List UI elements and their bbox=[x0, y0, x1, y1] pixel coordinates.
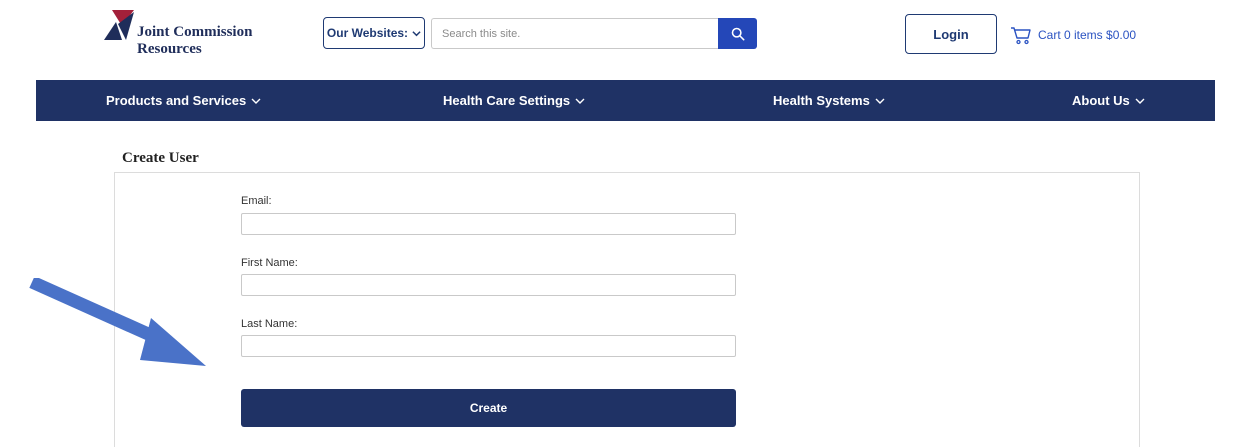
our-websites-label: Our Websites: bbox=[326, 26, 409, 40]
logo-text-line2: Resources bbox=[137, 41, 202, 57]
logo-text-line1: Joint Commission bbox=[137, 24, 253, 40]
nav-item-label: About Us bbox=[1072, 93, 1130, 108]
login-button[interactable]: Login bbox=[905, 14, 997, 54]
nav-item-health-care-settings[interactable]: Health Care Settings bbox=[443, 80, 585, 121]
logo-mark-icon bbox=[104, 10, 134, 40]
nav-item-products-and-services[interactable]: Products and Services bbox=[106, 80, 261, 121]
nav-item-about-us[interactable]: About Us bbox=[1072, 80, 1145, 121]
chevron-down-icon bbox=[875, 98, 885, 104]
email-field[interactable] bbox=[241, 213, 736, 235]
our-websites-dropdown[interactable]: Our Websites: bbox=[323, 17, 425, 49]
search-button[interactable] bbox=[718, 18, 757, 49]
arrow-icon bbox=[29, 278, 206, 366]
last-name-label: Last Name: bbox=[241, 318, 298, 330]
last-name-field[interactable] bbox=[241, 335, 736, 357]
nav-item-label: Health Systems bbox=[773, 93, 870, 108]
create-button-label: Create bbox=[469, 401, 508, 415]
login-label: Login bbox=[933, 26, 969, 42]
chevron-down-icon bbox=[575, 98, 585, 104]
main-nav: Products and Services Health Care Settin… bbox=[36, 80, 1215, 121]
email-label: Email: bbox=[241, 195, 272, 207]
nav-item-health-systems[interactable]: Health Systems bbox=[773, 80, 885, 121]
chevron-down-icon bbox=[1135, 98, 1145, 104]
first-name-label: First Name: bbox=[241, 257, 298, 269]
page-title: Create User bbox=[122, 150, 199, 166]
jcr-logo[interactable]: Joint Commission Resources bbox=[104, 10, 274, 57]
chevron-down-icon bbox=[251, 98, 261, 104]
nav-item-label: Health Care Settings bbox=[443, 93, 571, 108]
cart-link[interactable]: Cart 0 items $0.00 bbox=[1010, 22, 1136, 48]
cart-icon bbox=[1011, 27, 1031, 45]
nav-item-label: Products and Services bbox=[106, 93, 247, 108]
chevron-down-icon bbox=[412, 30, 421, 36]
create-button[interactable]: Create bbox=[241, 389, 736, 427]
search-input[interactable] bbox=[431, 18, 719, 49]
first-name-field[interactable] bbox=[241, 274, 736, 296]
search-icon bbox=[731, 27, 744, 40]
cart-text: Cart 0 items $0.00 bbox=[1038, 28, 1137, 42]
